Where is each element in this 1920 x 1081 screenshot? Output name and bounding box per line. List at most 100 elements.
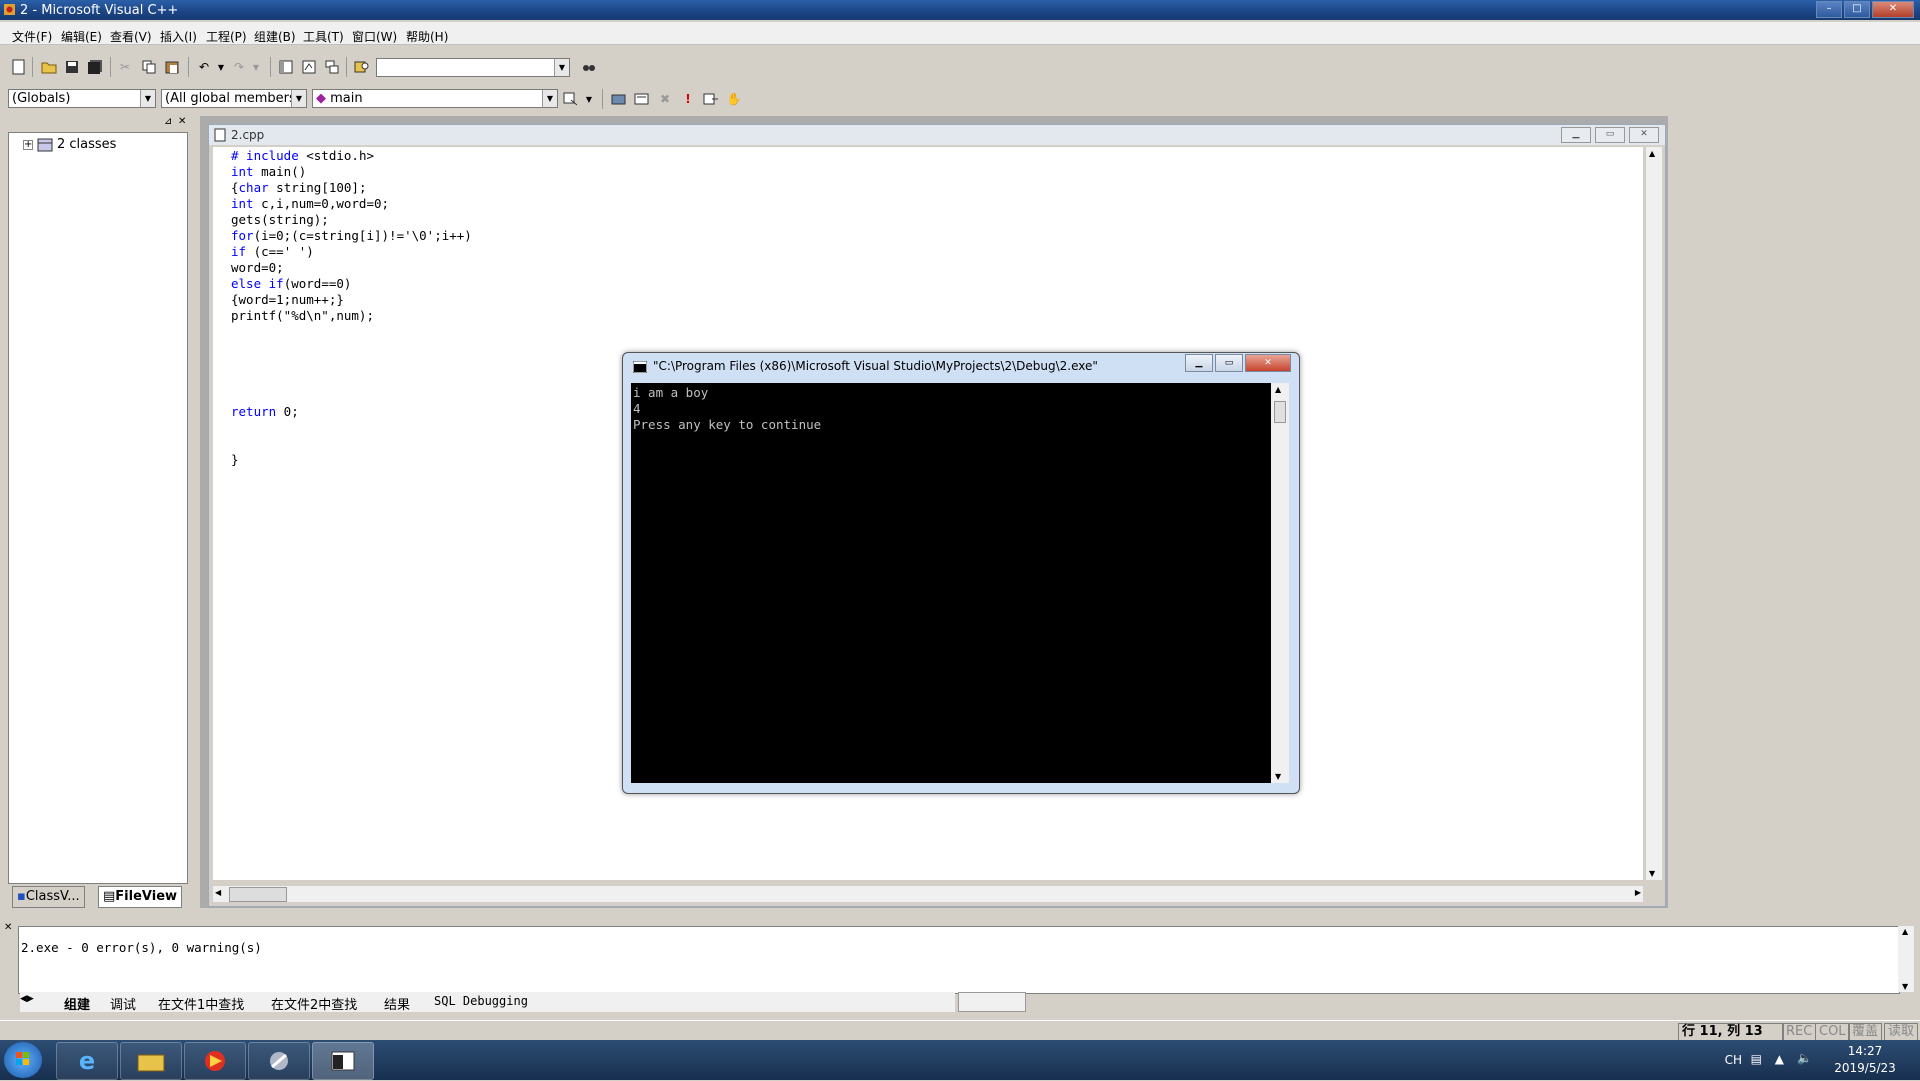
console-maximize-button[interactable]: ▭ <box>1215 354 1243 372</box>
code-line[interactable]: {word=1;num++;} <box>231 292 472 308</box>
tab-debug[interactable]: 调试 <box>110 994 136 1013</box>
tab-find-in-files-2[interactable]: 在文件2中查找 <box>271 994 357 1013</box>
save-all-icon[interactable] <box>86 58 104 76</box>
console-minimize-button[interactable]: ▁ <box>1185 354 1213 372</box>
output-window-icon[interactable] <box>300 58 318 76</box>
tab-sql-debugging[interactable]: SQL Debugging <box>434 994 528 1008</box>
code-line[interactable]: gets(string); <box>231 212 472 228</box>
code-line[interactable]: if (c==' ') <box>231 244 472 260</box>
code-line[interactable] <box>231 324 472 340</box>
workspace-icon[interactable] <box>277 58 295 76</box>
menu-window[interactable]: 窗口(W) <box>352 28 397 45</box>
close-button[interactable]: ✕ <box>1872 1 1914 18</box>
menu-tools[interactable]: 工具(T) <box>303 28 344 45</box>
build-icon[interactable] <box>633 90 651 108</box>
cut-icon[interactable]: ✂ <box>116 58 134 76</box>
console-output[interactable]: i am a boy 4 Press any key to continue <box>631 383 1271 783</box>
code-line[interactable] <box>231 420 472 436</box>
code-line[interactable] <box>231 388 472 404</box>
console-close-button[interactable]: ✕ <box>1245 354 1291 372</box>
output-close-icon[interactable]: ✕ <box>4 922 12 933</box>
code-line[interactable]: # include <stdio.h> <box>231 148 472 164</box>
taskbar-ie[interactable]: e <box>56 1042 118 1080</box>
taskbar-console[interactable] <box>312 1042 374 1080</box>
tabs-scroll-icon[interactable]: ◀▶ <box>20 994 34 1004</box>
stop-build-icon[interactable]: ✖ <box>656 90 674 108</box>
open-folder-icon[interactable] <box>40 58 58 76</box>
wizard-actions-icon[interactable] <box>562 90 580 108</box>
code-line[interactable]: else if(word==0) <box>231 276 472 292</box>
minimize-button[interactable]: – <box>1816 1 1842 18</box>
code-line[interactable] <box>231 356 472 372</box>
breakpoint-hand-icon[interactable]: ✋ <box>725 90 743 108</box>
undo-dropdown-icon[interactable]: ▼ <box>212 58 230 76</box>
find-combo[interactable]: ▼ <box>376 58 570 77</box>
code-line[interactable]: return 0; <box>231 404 472 420</box>
compile-icon[interactable] <box>610 90 628 108</box>
source-code[interactable]: # include <stdio.h> int main() {char strin… <box>231 148 472 468</box>
editor-horizontal-scrollbar[interactable]: ◀ ▶ <box>213 886 1643 902</box>
wizard-dropdown-icon[interactable]: ▼ <box>580 90 598 108</box>
keyboard-icon[interactable]: ▤ <box>1751 1052 1762 1066</box>
output-scrollbar[interactable]: ▲ ▼ <box>1898 926 1914 992</box>
menu-insert[interactable]: 插入(I) <box>160 28 197 45</box>
tree-root[interactable]: + 2 classes <box>23 137 116 152</box>
show-hidden-icons[interactable]: ▲ <box>1775 1052 1784 1066</box>
redo-dropdown-icon[interactable]: ▼ <box>247 58 265 76</box>
find-icon[interactable] <box>580 58 598 76</box>
code-line[interactable]: {char string[100]; <box>231 180 472 196</box>
tab-classview[interactable]: ▪ClassV... <box>12 886 85 908</box>
paste-icon[interactable] <box>163 58 181 76</box>
menu-file[interactable]: 文件(F) <box>12 28 52 45</box>
taskbar-explorer[interactable] <box>120 1042 182 1080</box>
find-in-files-icon[interactable] <box>353 58 371 76</box>
members-combo[interactable]: (All global members ▼ <box>161 89 307 108</box>
code-line[interactable]: int main() <box>231 164 472 180</box>
code-line[interactable] <box>231 372 472 388</box>
code-line[interactable] <box>231 340 472 356</box>
code-line[interactable]: } <box>231 452 472 468</box>
code-line[interactable]: int c,i,num=0,word=0; <box>231 196 472 212</box>
console-window[interactable]: "C:\Program Files (x86)\Microsoft Visual… <box>622 352 1300 794</box>
tab-find-in-files-1[interactable]: 在文件1中查找 <box>158 994 244 1013</box>
editor-close-button[interactable]: ✕ <box>1629 127 1659 143</box>
output-text-area[interactable]: 2.exe - 0 error(s), 0 warning(s) <box>18 926 1900 994</box>
clock-date[interactable]: 2019/5/23 <box>1830 1061 1900 1075</box>
volume-icon[interactable]: 🔈 <box>1797 1051 1812 1065</box>
menu-help[interactable]: 帮助(H) <box>406 28 448 45</box>
code-line[interactable] <box>231 436 472 452</box>
go-icon[interactable] <box>702 90 720 108</box>
taskbar-media[interactable] <box>184 1042 246 1080</box>
window-list-icon[interactable] <box>323 58 341 76</box>
console-scrollbar[interactable]: ▲ ▼ <box>1271 383 1289 783</box>
maximize-button[interactable]: □ <box>1844 1 1870 18</box>
tab-results[interactable]: 结果 <box>384 994 410 1013</box>
code-line[interactable]: printf("%d\n",num); <box>231 308 472 324</box>
code-line[interactable]: word=0; <box>231 260 472 276</box>
dock-icon[interactable]: ⊿ <box>164 116 172 127</box>
pane-close-icon[interactable]: ✕ <box>178 116 186 127</box>
editor-minimize-button[interactable]: ▁ <box>1561 127 1591 143</box>
function-combo[interactable]: ◆ main ▼ <box>312 89 558 108</box>
undo-icon[interactable]: ↶ <box>195 58 213 76</box>
menu-view[interactable]: 查看(V) <box>110 28 152 45</box>
start-button[interactable] <box>4 1042 42 1078</box>
scope-combo[interactable]: (Globals) ▼ <box>8 89 156 108</box>
menu-project[interactable]: 工程(P) <box>206 28 247 45</box>
menu-edit[interactable]: 编辑(E) <box>61 28 102 45</box>
taskbar-tool[interactable] <box>248 1042 310 1080</box>
output-hscrollbar[interactable] <box>958 992 1026 1012</box>
copy-icon[interactable] <box>140 58 158 76</box>
code-line[interactable]: for(i=0;(c=string[i])!='\0';i++) <box>231 228 472 244</box>
menu-build[interactable]: 组建(B) <box>254 28 296 45</box>
tab-fileview[interactable]: ▤FileView <box>98 886 183 908</box>
save-icon[interactable] <box>63 58 81 76</box>
tab-build[interactable]: 组建 <box>64 994 90 1013</box>
redo-icon[interactable]: ↷ <box>230 58 248 76</box>
new-file-icon[interactable] <box>10 58 28 76</box>
expand-icon[interactable]: + <box>23 139 33 150</box>
language-indicator[interactable]: CH <box>1725 1053 1742 1067</box>
execute-icon[interactable]: ! <box>679 90 697 108</box>
editor-restore-button[interactable]: ▭ <box>1595 127 1625 143</box>
clock-time[interactable]: 14:27 <box>1830 1044 1900 1058</box>
